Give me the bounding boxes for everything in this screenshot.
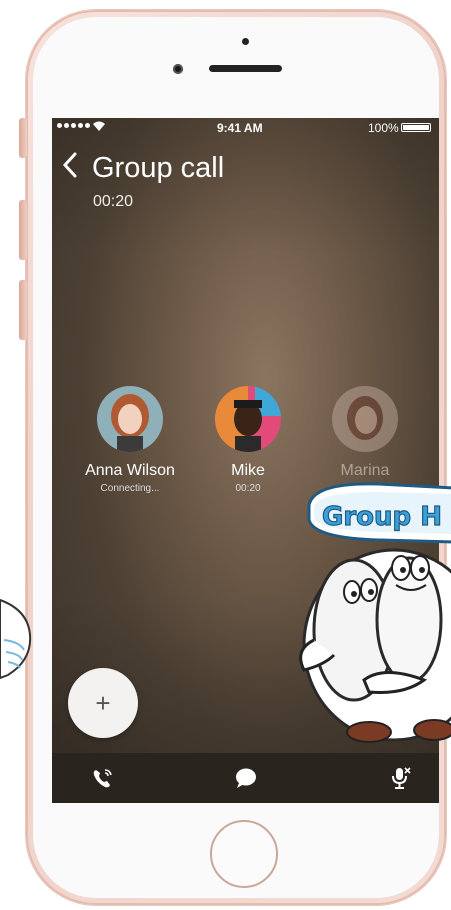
- home-button[interactable]: [210, 820, 278, 888]
- add-button-label: +: [95, 687, 111, 718]
- avatar: [97, 386, 163, 452]
- front-camera: [173, 64, 183, 74]
- sticker-fragment: [0, 590, 34, 680]
- participant-marina[interactable]: Marina: [310, 386, 420, 480]
- participant-status: Connecting...: [100, 483, 160, 494]
- call-icon[interactable]: [90, 765, 116, 791]
- mute-switch: [19, 118, 27, 158]
- back-button[interactable]: [62, 152, 78, 184]
- call-timer: 00:20: [93, 193, 134, 210]
- group-hug-sticker: Group H: [284, 480, 451, 750]
- participant-name: Mike: [231, 462, 265, 479]
- mute-mic-icon[interactable]: [387, 765, 413, 791]
- battery-percent: 100%: [368, 121, 399, 135]
- signal-icon: [57, 123, 90, 128]
- volume-up-button: [19, 200, 27, 260]
- status-time: 9:41 AM: [217, 121, 263, 135]
- avatar: [215, 386, 281, 452]
- participant-mike[interactable]: Mike 00:20: [193, 386, 303, 494]
- status-bar: 9:41 AM 100%: [52, 118, 439, 138]
- avatar: [332, 386, 398, 452]
- participant-name: Marina: [340, 462, 390, 479]
- page-title: Group call: [92, 152, 225, 184]
- wifi-icon: [92, 120, 106, 135]
- chat-icon[interactable]: [233, 765, 259, 791]
- participant-name: Anna Wilson: [85, 462, 175, 479]
- add-participant-button[interactable]: +: [68, 668, 138, 738]
- proximity-sensor: [242, 38, 249, 45]
- earpiece-speaker: [209, 65, 282, 72]
- volume-down-button: [19, 280, 27, 340]
- bottom-toolbar: [52, 753, 439, 803]
- sticker-text: Group H: [322, 502, 442, 532]
- participant-anna[interactable]: Anna Wilson Connecting...: [75, 386, 185, 494]
- battery-icon: [401, 123, 431, 132]
